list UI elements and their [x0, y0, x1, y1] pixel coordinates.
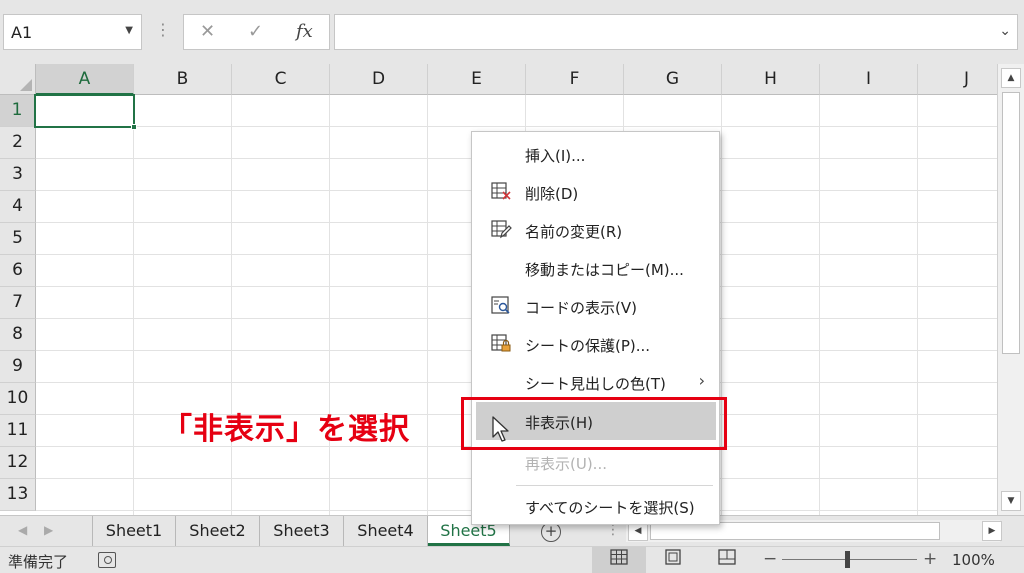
formula-bar: A1 ▼ ⋮ ✕ ✓ fx ⌄ — [0, 0, 1024, 64]
menu-item-label: 再表示(U)... — [525, 455, 607, 473]
protect-sheet-icon — [491, 334, 511, 352]
normal-view-button[interactable] — [592, 547, 646, 573]
menu-item[interactable]: コードの表示(V) — [474, 287, 717, 325]
menu-item[interactable]: すべてのシートを選択(S) — [474, 487, 717, 525]
cancel-icon[interactable]: ✕ — [200, 21, 215, 42]
zoom-out-button[interactable]: − — [763, 549, 777, 569]
row-header[interactable]: 2 — [0, 127, 36, 159]
delete-sheet-icon — [491, 182, 511, 200]
row-header[interactable]: 12 — [0, 447, 36, 479]
row-header[interactable]: 6 — [0, 255, 36, 287]
zoom-slider-thumb[interactable] — [845, 551, 850, 568]
column-header[interactable]: E — [428, 64, 526, 95]
menu-item[interactable]: シートの保護(P)... — [474, 325, 717, 363]
active-cell[interactable] — [34, 94, 135, 128]
column-header[interactable]: I — [820, 64, 918, 95]
insert-function-icon[interactable]: fx — [296, 21, 313, 42]
column-header[interactable]: C — [232, 64, 330, 95]
new-sheet-button[interactable]: + — [541, 522, 561, 542]
sheet-tab[interactable]: Sheet2 — [176, 516, 260, 546]
accessibility-icon[interactable] — [98, 552, 116, 568]
formula-bar-grip-icon: ⋮ — [155, 20, 171, 39]
menu-item[interactable]: 名前の変更(R) — [474, 211, 717, 249]
menu-item-label: すべてのシートを選択(S) — [525, 499, 695, 517]
sheet-tab[interactable]: Sheet3 — [260, 516, 344, 546]
normal-view-icon — [610, 549, 628, 565]
chevron-down-icon[interactable]: ▼ — [125, 25, 133, 36]
status-bar: 準備完了 − + 100% — [0, 546, 1024, 573]
page-layout-icon — [665, 549, 681, 565]
vertical-scroll-thumb[interactable] — [1002, 92, 1020, 354]
select-all-button[interactable] — [0, 64, 36, 95]
view-code-icon — [491, 296, 511, 314]
zoom-in-button[interactable]: + — [923, 549, 937, 569]
fill-handle[interactable] — [131, 124, 137, 130]
page-break-icon — [718, 549, 736, 565]
column-header[interactable]: G — [624, 64, 722, 95]
formula-input[interactable]: ⌄ — [334, 14, 1018, 50]
excel-window: A1 ▼ ⋮ ✕ ✓ fx ⌄ A B C D E F G H I J 1 2 3 4 5 6 7 8 9 10 11 1… — [0, 0, 1024, 573]
tab-scroll-left-icon[interactable]: ◀ — [18, 523, 27, 537]
expand-formula-bar-icon[interactable]: ⌄ — [999, 23, 1011, 39]
mouse-cursor-icon — [492, 416, 509, 442]
row-header[interactable]: 10 — [0, 383, 36, 415]
menu-item-label: シート見出しの色(T) — [525, 375, 666, 393]
sheet-tab-context-menu: 挿入(I)... 削除(D) 名前の変更(R) 移動またはコピー(M)... コードの表… — [471, 131, 720, 525]
scroll-right-icon[interactable]: ▶ — [982, 521, 1002, 541]
menu-item[interactable]: シート見出しの色(T) › — [474, 363, 717, 401]
tab-scroll-right-icon[interactable]: ▶ — [44, 523, 53, 537]
column-header[interactable]: B — [134, 64, 232, 95]
menu-item[interactable]: 移動またはコピー(M)... — [474, 249, 717, 287]
column-header[interactable]: F — [526, 64, 624, 95]
gridline — [36, 126, 997, 127]
row-header[interactable]: 3 — [0, 159, 36, 191]
vertical-scrollbar[interactable]: ▲ ▼ — [997, 64, 1024, 515]
menu-item[interactable]: 削除(D) — [474, 173, 717, 211]
row-header[interactable]: 1 — [0, 95, 36, 127]
zoom-level[interactable]: 100% — [952, 551, 995, 569]
page-break-view-button[interactable] — [700, 547, 754, 573]
column-header[interactable]: H — [722, 64, 820, 95]
row-header[interactable]: 7 — [0, 287, 36, 319]
menu-item-label: 挿入(I)... — [525, 147, 586, 165]
column-header[interactable]: A — [36, 64, 134, 95]
row-header[interactable]: 5 — [0, 223, 36, 255]
name-box-value: A1 — [11, 23, 33, 42]
scroll-down-icon[interactable]: ▼ — [1001, 491, 1021, 511]
menu-item-label: 削除(D) — [525, 185, 579, 203]
row-header[interactable]: 4 — [0, 191, 36, 223]
menu-item-label: 名前の変更(R) — [525, 223, 623, 241]
rename-sheet-icon — [491, 220, 512, 239]
sheet-tab[interactable]: Sheet1 — [92, 516, 176, 546]
row-header[interactable]: 13 — [0, 479, 36, 511]
page-layout-view-button[interactable] — [646, 547, 700, 573]
row-header[interactable]: 11 — [0, 415, 36, 447]
sheet-tab[interactable]: Sheet4 — [344, 516, 428, 546]
menu-item-label: シートの保護(P)... — [525, 337, 651, 355]
scroll-up-icon[interactable]: ▲ — [1001, 68, 1021, 88]
formula-buttons: ✕ ✓ fx — [183, 14, 330, 50]
status-text: 準備完了 — [8, 553, 69, 571]
enter-icon[interactable]: ✓ — [248, 21, 263, 42]
annotation-callout: 「非表示」を選択 — [162, 412, 410, 447]
column-header[interactable]: J — [918, 64, 997, 95]
menu-item-label: 移動またはコピー(M)... — [525, 261, 684, 279]
menu-item-label: コードの表示(V) — [525, 299, 637, 317]
menu-item[interactable]: 挿入(I)... — [474, 135, 717, 173]
column-header[interactable]: D — [330, 64, 428, 95]
row-header[interactable]: 8 — [0, 319, 36, 351]
row-header[interactable]: 9 — [0, 351, 36, 383]
chevron-right-icon: › — [698, 371, 705, 390]
name-box[interactable]: A1 ▼ — [3, 14, 142, 50]
menu-separator — [516, 485, 713, 486]
